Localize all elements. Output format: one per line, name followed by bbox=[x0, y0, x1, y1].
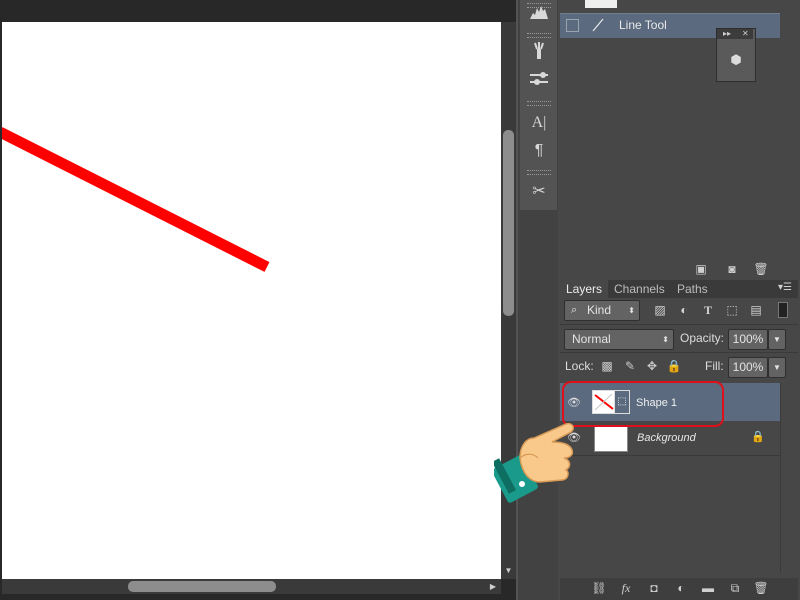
pixel-layer-filter-icon[interactable]: ▨ bbox=[651, 301, 669, 319]
fx-icon[interactable]: fx bbox=[617, 580, 635, 596]
tool-presets-icon[interactable]: ✂ bbox=[523, 180, 555, 204]
line-tool-icon bbox=[591, 17, 605, 33]
fill-dropdown-icon[interactable]: ▼ bbox=[768, 357, 786, 378]
document-top-strip bbox=[0, 0, 516, 22]
blend-mode-select[interactable]: Normal ⬍ bbox=[564, 329, 674, 350]
layer-name[interactable]: Background bbox=[637, 432, 696, 444]
updown-arrow-icon: ⬍ bbox=[662, 335, 669, 344]
panel-menu-icon[interactable]: ▾☰ bbox=[776, 282, 794, 296]
adjustment-icon[interactable]: ◐ bbox=[672, 580, 690, 596]
folder-icon[interactable]: ▬ bbox=[699, 580, 717, 596]
brushes-icon[interactable] bbox=[523, 42, 555, 66]
tab-channels[interactable]: Channels bbox=[608, 280, 671, 298]
history-snapshot-thumb[interactable] bbox=[585, 0, 617, 8]
tab-layers[interactable]: Layers bbox=[560, 280, 609, 298]
vertical-scroll-thumb[interactable] bbox=[503, 130, 514, 316]
lock-label: Lock: bbox=[565, 359, 594, 373]
filter-kind-select[interactable]: ⌕ Kind ⬍ bbox=[564, 300, 640, 321]
opacity-field[interactable]: 100% bbox=[728, 329, 768, 350]
link-icon[interactable]: ⛓ bbox=[590, 580, 608, 596]
filter-toggle-switch[interactable] bbox=[778, 302, 788, 318]
annotation-highlight-box bbox=[562, 381, 724, 427]
trash-icon[interactable]: 🗑 bbox=[752, 261, 770, 277]
3d-cube-icon[interactable]: ⬢ bbox=[726, 50, 746, 70]
red-line-shape bbox=[2, 127, 270, 272]
dock-grip[interactable] bbox=[527, 33, 551, 38]
fill-field[interactable]: 100% bbox=[728, 357, 768, 378]
history-source-checkbox[interactable] bbox=[566, 19, 579, 32]
dock-grip[interactable] bbox=[527, 101, 551, 106]
document-canvas[interactable] bbox=[2, 22, 501, 579]
lock-position-icon[interactable]: ✥ bbox=[644, 358, 660, 374]
lock-transparent-pixels-icon[interactable]: ▩ bbox=[599, 358, 615, 374]
bottom-strip bbox=[0, 594, 516, 600]
opacity-dropdown-icon[interactable]: ▼ bbox=[768, 329, 786, 350]
blend-mode-value: Normal bbox=[572, 332, 611, 346]
mask-icon[interactable]: ◘ bbox=[645, 580, 663, 596]
collapsed-panel-header: ▸▸ ✕ bbox=[717, 29, 753, 39]
trash-icon[interactable]: 🗑 bbox=[752, 580, 770, 596]
expand-icon[interactable]: ▸▸ bbox=[723, 29, 731, 39]
character-icon[interactable]: A| bbox=[523, 111, 555, 135]
kind-label: Kind bbox=[587, 303, 612, 317]
pointing-hand-icon bbox=[492, 408, 586, 504]
layer-lock-icon: 🔒 bbox=[751, 431, 765, 443]
new-document-from-state-icon[interactable]: ▣ bbox=[692, 261, 710, 277]
paragraph-icon[interactable]: ¶ bbox=[523, 139, 555, 163]
horizontal-scroll-thumb[interactable] bbox=[128, 581, 276, 592]
lock-image-pixels-icon[interactable]: ✎ bbox=[622, 358, 638, 374]
type-layer-filter-icon[interactable]: T bbox=[699, 301, 717, 319]
smart-object-filter-icon[interactable]: ▤ bbox=[747, 301, 765, 319]
canvas-drawing bbox=[2, 127, 270, 272]
scroll-right-arrow-icon[interactable]: ▶ bbox=[488, 581, 498, 592]
camera-icon[interactable]: ◙ bbox=[723, 261, 741, 277]
scroll-down-arrow-icon[interactable]: ▼ bbox=[503, 566, 514, 576]
opacity-label: Opacity: bbox=[680, 331, 725, 345]
adjustment-layer-filter-icon[interactable]: ◐ bbox=[675, 301, 693, 319]
histogram-icon[interactable] bbox=[523, 4, 555, 28]
search-icon: ⌕ bbox=[571, 304, 578, 316]
close-icon[interactable]: ✕ bbox=[742, 29, 749, 39]
shape-layer-filter-icon[interactable]: ⬚ bbox=[723, 301, 741, 319]
lock-all-icon[interactable]: 🔒 bbox=[666, 358, 682, 374]
new-layer-icon[interactable]: ⧉ bbox=[726, 580, 744, 596]
history-panel bbox=[560, 0, 798, 256]
layers-scroll-track[interactable] bbox=[780, 383, 799, 573]
fill-label: Fill: bbox=[705, 359, 724, 373]
tab-paths[interactable]: Paths bbox=[671, 280, 714, 298]
history-item-label: Line Tool bbox=[619, 18, 667, 32]
adjust-icon[interactable] bbox=[523, 70, 555, 94]
updown-arrow-icon: ⬍ bbox=[628, 306, 635, 315]
background-layer-thumbnail[interactable] bbox=[594, 426, 628, 452]
dock-grip[interactable] bbox=[527, 170, 551, 175]
